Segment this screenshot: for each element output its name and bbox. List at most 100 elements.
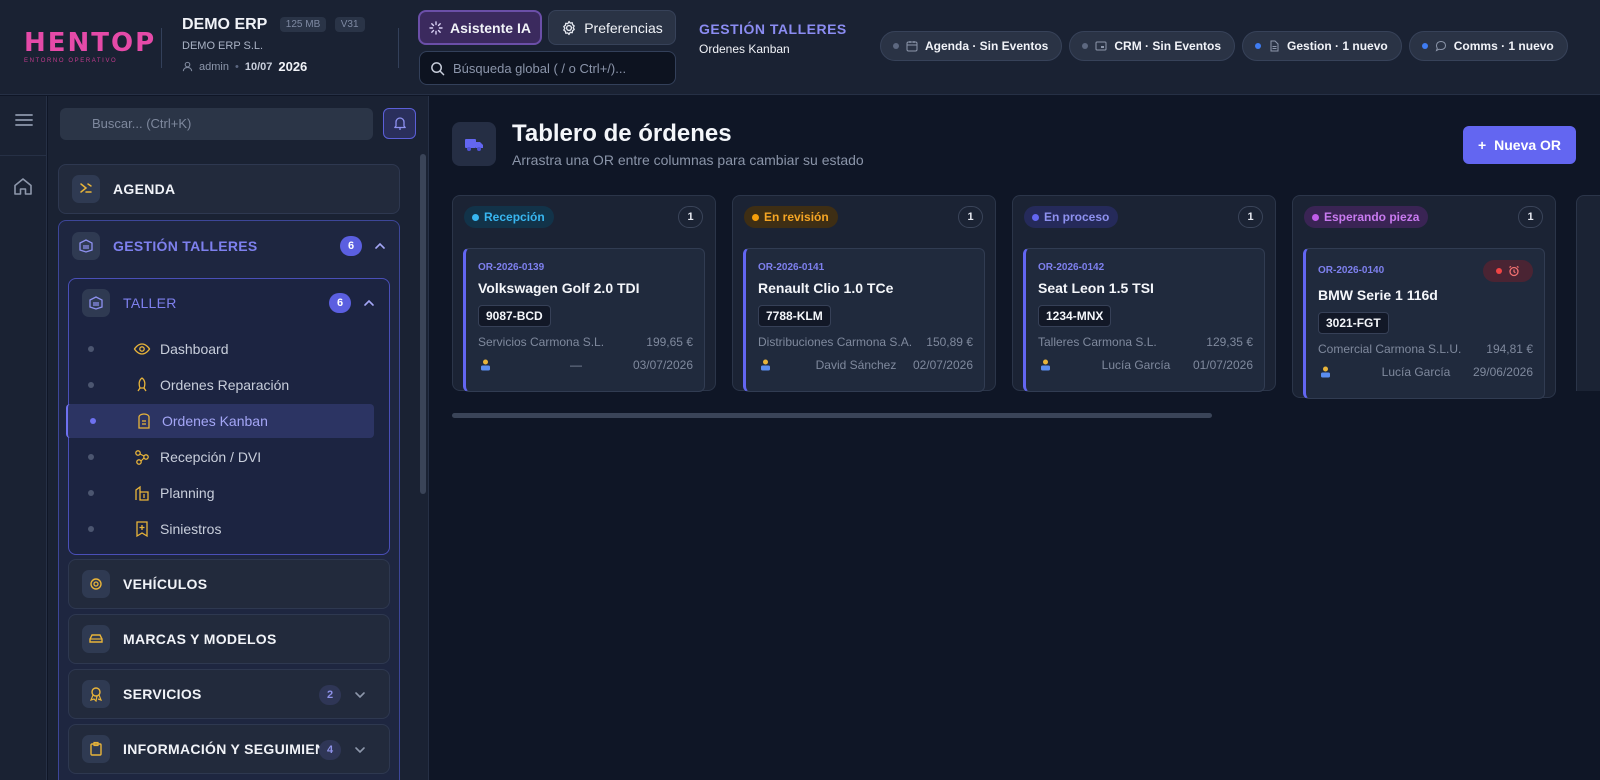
kanban-column-next[interactable] (1576, 195, 1600, 391)
servicios-badge: 2 (319, 685, 341, 705)
column-status-badge: Esperando pieza (1304, 206, 1429, 228)
chevron-up-icon[interactable] (363, 297, 375, 309)
company-legal-name: DEMO ERP S.L. (182, 40, 264, 52)
home-icon[interactable] (13, 177, 33, 196)
ai-assistant-button[interactable]: Asistente IA (418, 10, 542, 45)
mechanic-icon (1321, 366, 1330, 378)
servicios-label: SERVICIOS (123, 686, 202, 702)
taller-icon (89, 296, 103, 310)
building-icon (135, 485, 149, 501)
bullet (88, 346, 94, 352)
pin-button[interactable] (383, 108, 416, 139)
order-date: 03/07/2026 (632, 358, 693, 372)
order-card[interactable]: OR-2026-0141 Renault Clio 1.0 TCe 7788-K… (743, 248, 985, 392)
order-card[interactable]: OR-2026-0142 Seat Leon 1.5 TSI 1234-MNX … (1023, 248, 1265, 392)
company-name: DEMO ERP (182, 16, 268, 33)
assigned-person: — (570, 358, 582, 372)
nav-item-label: Siniestros (160, 521, 222, 537)
hamburger-menu-icon[interactable] (15, 113, 33, 127)
nav-item-recepcion-dvi[interactable]: Recepción / DVI (66, 440, 374, 474)
gestion-pill[interactable]: Gestion · 1 nuevo (1242, 31, 1402, 61)
calendar-icon (906, 41, 918, 52)
crm-icon (1095, 41, 1107, 51)
gestion-talleres-header[interactable]: GESTIÓN TALLERES (72, 232, 258, 260)
mechanic-icon (761, 359, 770, 371)
order-date: 02/07/2026 (912, 358, 973, 372)
order-card[interactable]: OR-2026-0139 Volkswagen Golf 2.0 TDI 908… (463, 248, 705, 392)
clipboard-icon (90, 741, 102, 756)
page-subtitle: Arrastra una OR entre columnas para camb… (512, 152, 864, 168)
bullet (88, 382, 94, 388)
nav-item-ordenes-reparacion[interactable]: Ordenes Reparación (66, 368, 374, 402)
user-icon (182, 61, 193, 72)
order-card[interactable]: OR-2026-0140 BMW Serie 1 116d 3021-FGT C… (1303, 248, 1545, 399)
nav-item-ordenes-kanban[interactable]: Ordenes Kanban (66, 404, 374, 438)
assigned-person: Lucía García (1381, 365, 1451, 379)
vehicle-name: Volkswagen Golf 2.0 TDI (478, 280, 640, 296)
crm-pill[interactable]: CRM · Sin Eventos (1069, 31, 1236, 61)
marcas-icon-box (82, 625, 110, 653)
version-chip: V31 (334, 17, 365, 32)
agenda-label: AGENDA (113, 181, 176, 197)
sidebar-search-placeholder: Buscar... (Ctrl+K) (92, 116, 192, 131)
submenu-informacion[interactable]: INFORMACIÓN Y SEGUIMIEN... 4 (68, 724, 390, 774)
chevron-up-icon[interactable] (374, 240, 386, 252)
logo[interactable]: HENTOP ENTORNO OPERATIVO (24, 28, 157, 64)
preferences-button[interactable]: Preferencias (548, 10, 676, 45)
overdue-alert-badge[interactable] (1483, 260, 1533, 282)
kanban-column-recepcion[interactable]: Recepción 1 OR-2026-0139 Volkswagen Golf… (452, 195, 716, 392)
section-name: GESTIÓN TALLERES (699, 21, 847, 37)
chevron-down-icon[interactable] (354, 689, 366, 701)
search-icon (431, 61, 445, 75)
order-code: OR-2026-0141 (758, 262, 825, 273)
client-name: Comercial Carmona S.L.U. (1318, 342, 1462, 356)
bullet (88, 526, 94, 532)
current-date: 10/07 (244, 60, 273, 73)
column-status-badge: Recepción (464, 206, 554, 228)
comms-pill[interactable]: Comms · 1 nuevo (1408, 31, 1568, 61)
kanban-column-en-proceso[interactable]: En proceso 1 OR-2026-0142 Seat Leon 1.5 … (1012, 195, 1276, 392)
menu-agenda[interactable]: AGENDA (58, 164, 400, 214)
submenu-marcas-modelos[interactable]: MARCAS Y MODELOS (68, 614, 390, 664)
agenda-pill-label: Agenda · Sin Eventos (925, 39, 1049, 53)
agenda-pill[interactable]: Agenda · Sin Eventos (880, 31, 1063, 61)
sidebar-scrollbar[interactable] (420, 154, 426, 780)
kanban-horizontal-scrollbar[interactable] (452, 413, 1212, 418)
breadcrumb: GESTIÓN TALLERES Ordenes Kanban (699, 21, 847, 56)
logo-text: HENTOP (24, 28, 157, 58)
size-chip: 125 MB (279, 17, 327, 32)
agenda-icon (80, 183, 92, 193)
crm-pill-label: CRM · Sin Eventos (1114, 39, 1222, 53)
logo-subtitle: ENTORNO OPERATIVO (24, 58, 118, 64)
kanban-column-en-revision[interactable]: En revisión 1 OR-2026-0141 Renault Clio … (732, 195, 996, 392)
status-dot (1032, 213, 1039, 221)
kanban-column-esperando-pieza[interactable]: Esperando pieza 1 OR-2026-0140 BMW Serie… (1292, 195, 1556, 399)
vehicle-name: Renault Clio 1.0 TCe (758, 280, 894, 296)
status-dot (1082, 43, 1089, 49)
submenu-servicios[interactable]: SERVICIOS 2 (68, 669, 390, 719)
sidebar-search-input[interactable]: Buscar... (Ctrl+K) (60, 108, 373, 140)
submenu-vehiculos[interactable]: VEHÍCULOS (68, 559, 390, 609)
column-count: 1 (678, 206, 703, 228)
subsection-name: Ordenes Kanban (699, 42, 790, 56)
license-plate: 3021-FGT (1318, 312, 1389, 334)
eye-icon (133, 343, 151, 355)
chevron-down-icon[interactable] (354, 744, 366, 756)
global-search-input[interactable]: Búsqueda global ( / o Ctrl+/)... (419, 51, 676, 85)
scrollbar-thumb[interactable] (420, 154, 426, 494)
page-title: Tablero de órdenes (512, 120, 732, 147)
new-order-label: Nueva OR (1494, 137, 1562, 153)
taller-label: TALLER (123, 295, 177, 311)
taller-header[interactable]: TALLER (82, 289, 177, 317)
new-order-button[interactable]: + Nueva OR (1463, 126, 1576, 164)
nav-item-siniestros[interactable]: Siniestros (66, 512, 374, 546)
client-name: Talleres Carmona S.L. (1038, 335, 1157, 349)
nav-item-dashboard[interactable]: Dashboard (66, 332, 374, 366)
menu-gestion-talleres: GESTIÓN TALLERES 6 TALLER 6 Dashboard Or… (58, 220, 400, 780)
client-name: Servicios Carmona S.L. (478, 335, 605, 349)
comms-pill-label: Comms · 1 nuevo (1453, 39, 1554, 53)
user-line: admin • 10/07 2026 (182, 59, 365, 74)
nav-item-planning[interactable]: Planning (66, 476, 374, 510)
column-status-badge: En revisión (744, 206, 838, 228)
column-status-label: En revisión (764, 210, 829, 224)
